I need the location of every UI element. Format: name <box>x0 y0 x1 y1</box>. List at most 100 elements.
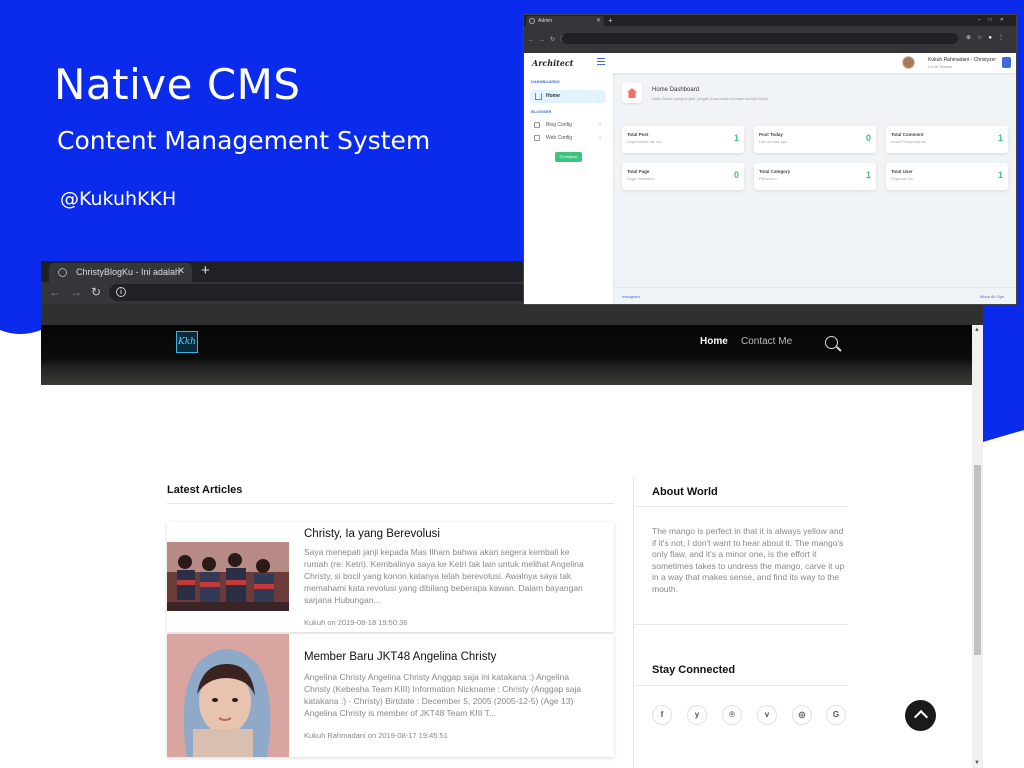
reload-icon[interactable]: ↻ <box>550 37 560 43</box>
section-dashboards: DASHBOARDS <box>531 79 560 84</box>
stat-value: 1 <box>865 170 871 180</box>
star-icon[interactable]: ☆ <box>977 35 988 41</box>
minimize-icon[interactable]: – <box>978 17 989 23</box>
forward-icon[interactable]: → <box>539 37 550 43</box>
profile-icon[interactable]: ● <box>988 35 998 41</box>
admin-browser-window: Admin ✕ + –□✕ ←→↻ⓘ ⊕☆●⋮ Architect Kukuh … <box>523 14 1017 305</box>
menu-dots-icon[interactable]: ⋮ <box>998 35 1010 41</box>
footer-link-right[interactable]: Mbuh Ak Oyo <box>980 294 1004 299</box>
google-icon[interactable]: G <box>826 705 846 725</box>
article-image[interactable] <box>167 634 289 757</box>
article-title[interactable]: Member Baru JKT48 Angelina Christy <box>304 651 496 663</box>
sidebar-item-home[interactable]: Home <box>530 90 606 103</box>
admin-header: Architect Kukuh Rahmadani - Christyzer C… <box>524 53 1016 73</box>
about-heading: About World <box>652 486 718 498</box>
stat-card-total-category[interactable]: Total Category Pilihanmu 1 <box>754 163 876 190</box>
article-excerpt: Angelina Christy Angelina Christy Anggap… <box>304 672 582 718</box>
nav-home-link[interactable]: Home <box>700 336 728 347</box>
hamburger-icon[interactable] <box>597 58 605 65</box>
article-title[interactable]: Christy, Ia yang Berevolusi <box>304 528 440 540</box>
back-icon[interactable]: ← <box>49 285 70 299</box>
stat-title: Total Category <box>759 169 791 174</box>
bookmark-strip <box>41 304 983 325</box>
divider <box>634 685 848 686</box>
scrollbar-thumb[interactable] <box>974 465 981 655</box>
stat-card-post-today[interactable]: Post Today Hari ini ada apa 0 <box>754 126 876 153</box>
article-meta: Kukuh Rahmadani on 2019-08-17 19:45:51 <box>304 731 448 740</box>
stat-value: 0 <box>733 170 739 180</box>
divider <box>634 506 848 507</box>
blog-icon <box>534 122 540 128</box>
url-field[interactable] <box>562 33 958 44</box>
info-icon[interactable]: i <box>116 287 126 297</box>
zoom-icon[interactable]: ⊕ <box>966 35 977 41</box>
maximize-icon[interactable]: □ <box>989 17 1000 23</box>
stat-subtitle: Pegawai Mu <box>891 176 914 181</box>
stat-subtitle: Indah Pengemarmu <box>891 139 927 144</box>
footer-link-instagram[interactable]: Instagram <box>622 294 640 299</box>
blog-browser-window: ChristyBlogKu - Ini adalah web p ✕ + ←→↻… <box>41 261 983 768</box>
stat-card-total-user[interactable]: Total User Pegawai Mu 1 <box>886 163 1008 190</box>
about-text: The mango is perfect in that it is alway… <box>652 526 845 594</box>
back-icon[interactable]: ← <box>528 37 539 43</box>
close-tab-icon[interactable]: ✕ <box>596 16 601 26</box>
pinterest-icon[interactable]: ℗ <box>722 705 742 725</box>
article-image[interactable] <box>167 542 289 611</box>
sidebar-item-label: Blog Config <box>546 122 572 128</box>
admin-sidebar: DASHBOARDS Home BLOGGER Blog Config ⌄ We… <box>524 73 614 304</box>
vimeo-icon[interactable]: v <box>757 705 777 725</box>
user-role: Co-ler Master <box>928 64 953 69</box>
user-name[interactable]: Kukuh Rahmadani - Christyzer <box>928 57 996 63</box>
reload-icon[interactable]: ↻ <box>91 285 110 299</box>
forward-icon[interactable]: → <box>70 285 91 299</box>
page-scrollbar[interactable]: ▲ ▼ <box>972 325 983 768</box>
site-header: Kkh Home Contact Me <box>41 325 972 385</box>
stat-title: Total User <box>891 169 913 174</box>
article-card[interactable]: Member Baru JKT48 Angelina Christy Angel… <box>167 634 614 757</box>
stat-card-total-page[interactable]: Total Page Page Immesive 0 <box>622 163 744 190</box>
browser-tab[interactable]: ChristyBlogKu - Ini adalah web p ✕ <box>49 263 192 282</box>
stat-card-total-post[interactable]: Total Post Dependable ide mu 1 <box>622 126 744 153</box>
new-tab-button[interactable]: + <box>608 15 613 26</box>
back-to-top-button[interactable] <box>905 700 936 731</box>
browser-tab[interactable]: Admin ✕ <box>526 16 604 26</box>
site-logo[interactable]: Kkh <box>176 331 198 353</box>
article-card[interactable]: Christy, Ia yang Berevolusi Saya menepat… <box>167 522 614 632</box>
stat-title: Post Today <box>759 132 783 137</box>
new-tab-button[interactable]: + <box>201 262 210 279</box>
scroll-up-icon[interactable]: ▲ <box>974 327 980 333</box>
nav-buttons[interactable]: ←→↻ <box>49 285 110 299</box>
sidebar-item-web-config[interactable]: Web Config ⌄ <box>534 134 602 141</box>
sidebar-item-blog-config[interactable]: Blog Config ⌄ <box>534 121 602 128</box>
browser-actions[interactable]: ⊕☆●⋮ <box>966 34 1010 41</box>
article-excerpt: Saya menepati janji kepada Mas Ilham bah… <box>304 547 584 605</box>
divider <box>167 503 614 504</box>
page-title: Home Dashboard <box>652 87 700 93</box>
stat-subtitle: Hari ini ada apa <box>759 139 788 144</box>
latest-articles-heading: Latest Articles <box>167 484 243 496</box>
stat-title: Total Comment <box>891 132 924 137</box>
instagram-icon[interactable]: ◎ <box>792 705 812 725</box>
stat-subtitle: Pilihanmu <box>759 176 777 181</box>
globe-icon <box>529 18 535 24</box>
close-tab-icon[interactable]: ✕ <box>177 266 185 277</box>
facebook-icon[interactable]: f <box>652 705 672 725</box>
web-icon <box>534 135 540 141</box>
stay-connected-heading: Stay Connected <box>652 664 736 676</box>
stat-value: 1 <box>733 133 739 143</box>
christyzer-button[interactable]: Christyzer <box>555 152 582 162</box>
close-window-icon[interactable]: ✕ <box>1000 17 1012 23</box>
avatar[interactable] <box>902 56 915 69</box>
window-controls[interactable]: –□✕ <box>978 15 1012 26</box>
search-icon[interactable] <box>825 336 838 349</box>
browser-tab-bar: Admin ✕ + –□✕ <box>524 15 1016 26</box>
divider <box>634 624 848 625</box>
twitter-icon[interactable]: y <box>687 705 707 725</box>
nav-contact-link[interactable]: Contact Me <box>741 336 792 347</box>
globe-icon <box>58 268 67 277</box>
stat-card-total-comment[interactable]: Total Comment Indah Pengemarmu 1 <box>886 126 1008 153</box>
scroll-down-icon[interactable]: ▼ <box>974 760 980 766</box>
user-menu-button[interactable] <box>1002 57 1011 68</box>
tab-title: ChristyBlogKu - Ini adalah web p <box>76 267 181 277</box>
admin-logo[interactable]: Architect <box>532 58 574 68</box>
